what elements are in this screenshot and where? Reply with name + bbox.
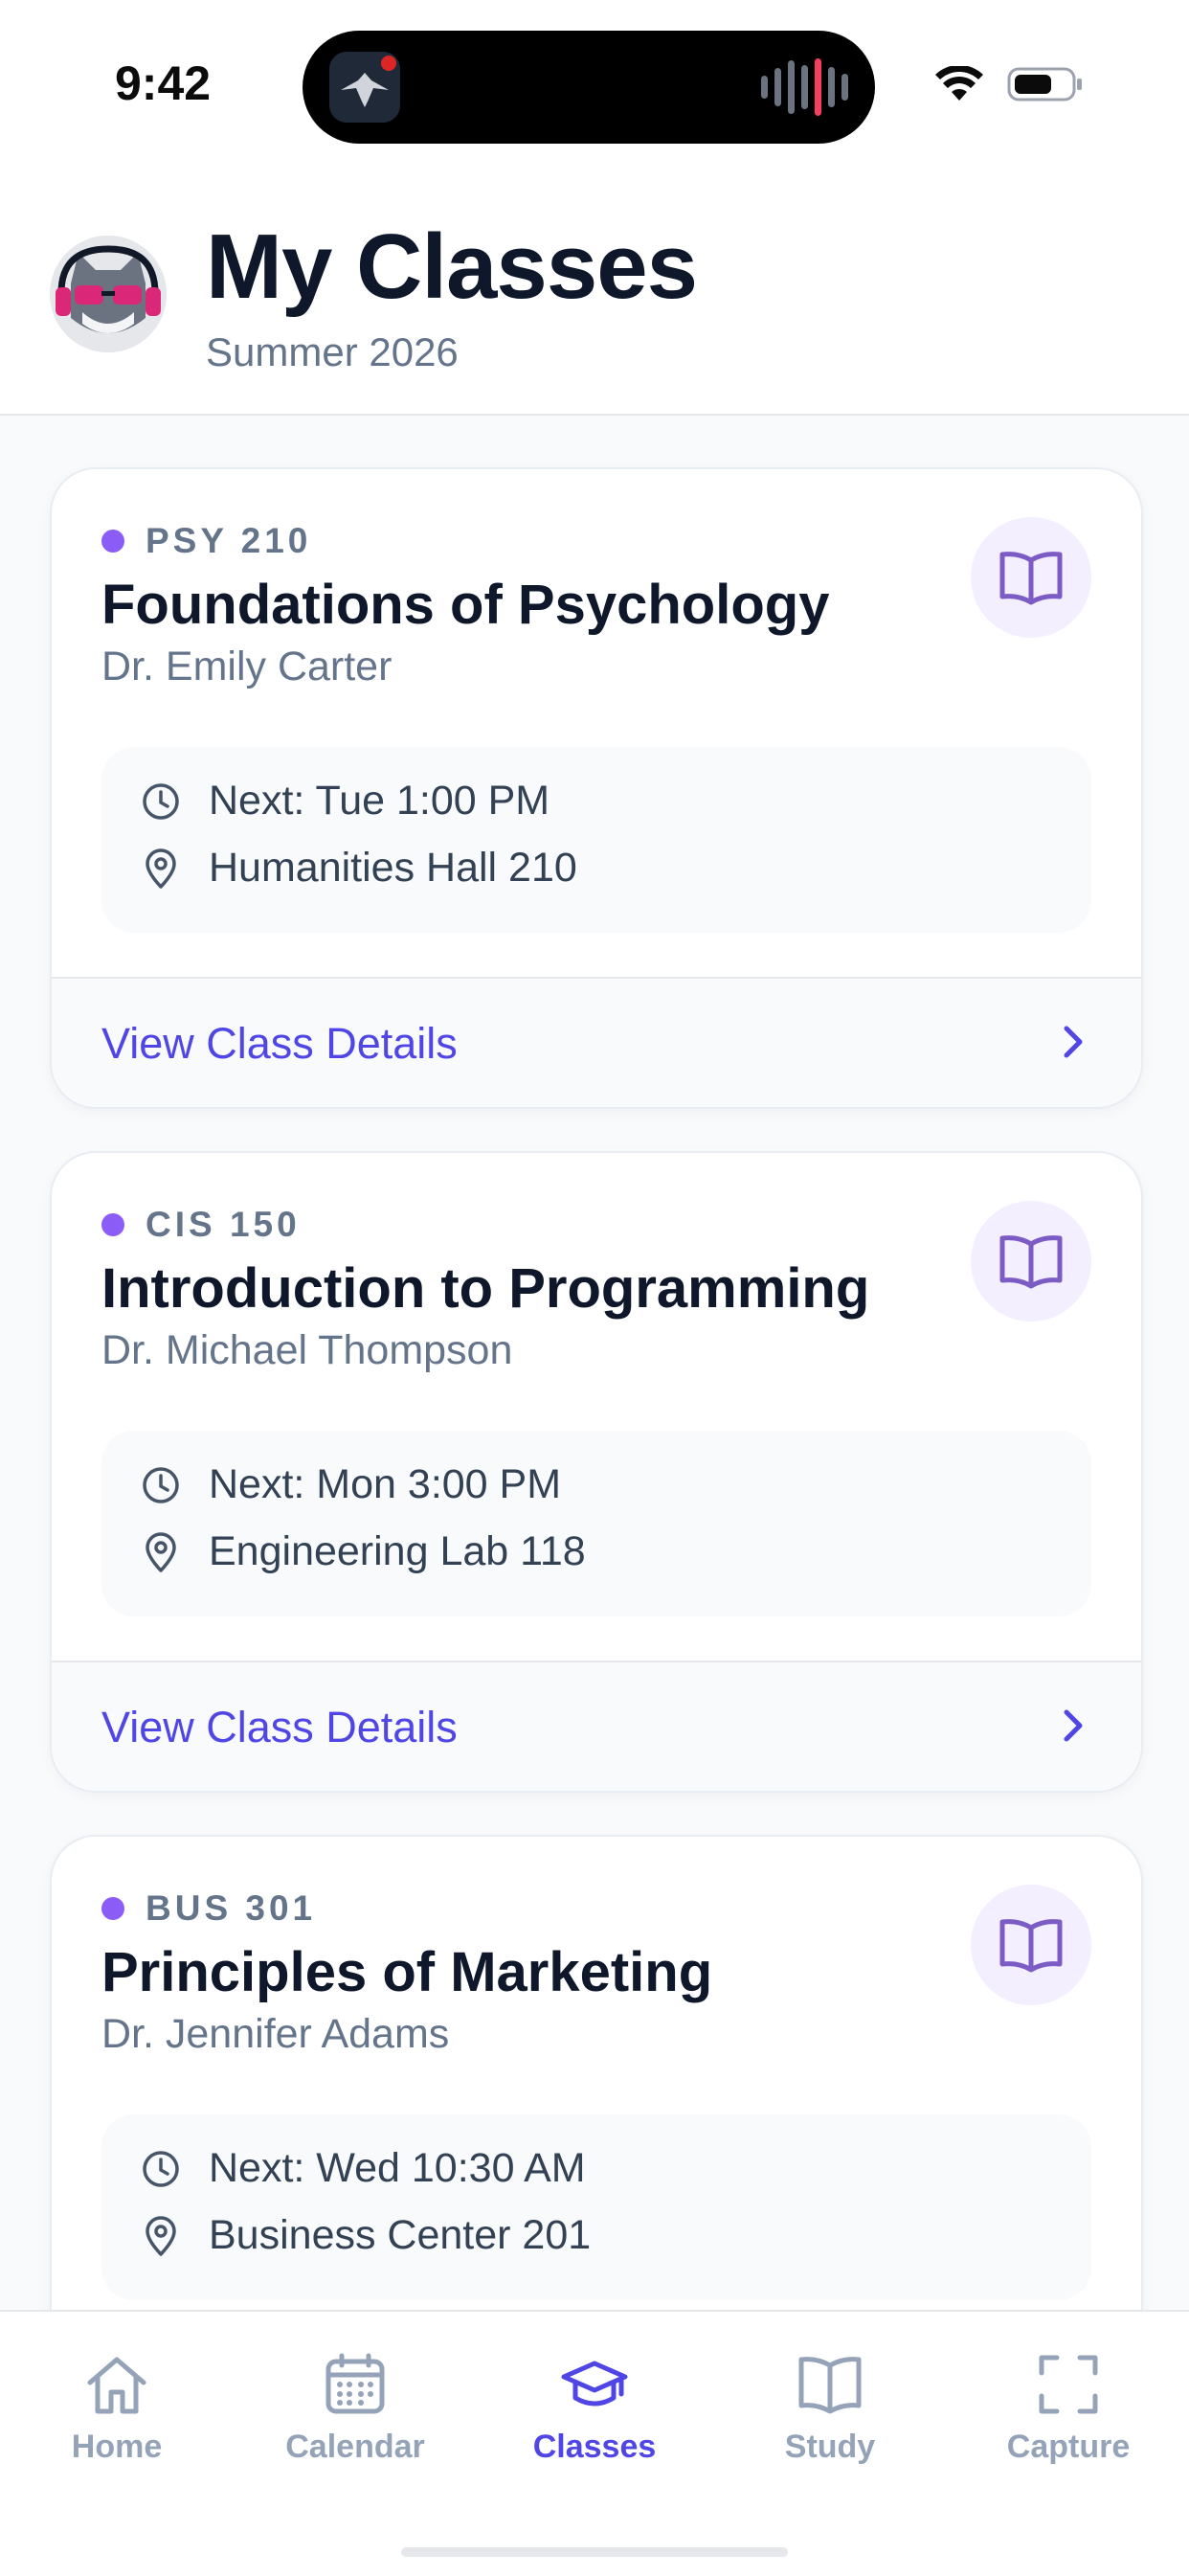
course-instructor: Dr. Jennifer Adams (101, 2011, 450, 2057)
course-book-button[interactable] (971, 1885, 1091, 2005)
course-code: BUS 301 (146, 1888, 317, 1928)
book-icon (798, 2357, 862, 2414)
location-text: Engineering Lab 118 (209, 1528, 586, 1574)
course-title: Principles of Marketing (101, 1941, 713, 2003)
graduation-cap-icon (561, 2361, 628, 2407)
tab-home[interactable]: Home (21, 2350, 213, 2466)
course-color-dot (101, 1897, 124, 1920)
status-indicators (934, 65, 1084, 103)
home-icon (87, 2357, 146, 2414)
class-card[interactable]: PSY 210 Foundations of Psychology Dr. Em… (50, 467, 1143, 1109)
tab-calendar[interactable]: Calendar (259, 2350, 451, 2466)
status-bar: 9:42 (0, 0, 1189, 172)
status-time: 9:42 (115, 56, 212, 110)
class-schedule-box: Next: Wed 10:30 AM Business Center 201 (101, 2114, 1091, 2300)
clock-icon (143, 1466, 179, 1503)
clock-icon (143, 2150, 179, 2187)
course-book-button[interactable] (971, 1201, 1091, 1322)
class-schedule-box: Next: Tue 1:00 PM Humanities Hall 210 (101, 747, 1091, 933)
tab-capture[interactable]: Capture (973, 2350, 1164, 2466)
home-indicator[interactable] (401, 2547, 788, 2557)
chevron-right-icon (1064, 1026, 1083, 1058)
capture-frame-icon (1039, 2355, 1098, 2414)
next-session-text: Next: Tue 1:00 PM (209, 778, 550, 824)
course-instructor: Dr. Emily Carter (101, 644, 393, 689)
bottom-tab-bar: Home Calendar Classes Study Capture (0, 2310, 1189, 2576)
location-text: Humanities Hall 210 (209, 845, 577, 891)
class-schedule-box: Next: Mon 3:00 PM Engineering Lab 118 (101, 1431, 1091, 1616)
course-code: PSY 210 (146, 521, 312, 560)
course-title: Introduction to Programming (101, 1257, 870, 1320)
view-class-details-link[interactable]: View Class Details (101, 1019, 458, 1069)
course-instructor: Dr. Michael Thompson (101, 1327, 513, 1373)
course-book-button[interactable] (971, 517, 1091, 638)
view-details-row[interactable]: View Class Details (52, 1662, 1141, 1791)
location-text: Business Center 201 (209, 2212, 592, 2258)
page-header: My Classes Summer 2026 (0, 172, 1189, 416)
location-pin-icon (146, 847, 176, 889)
calendar-icon (325, 2353, 385, 2414)
tab-label: Capture (1006, 2429, 1131, 2465)
tab-classes[interactable]: Classes (499, 2350, 690, 2466)
tab-label: Calendar (285, 2429, 425, 2465)
book-open-icon (999, 1919, 1063, 1973)
page-title: My Classes (206, 215, 698, 318)
wifi-icon (935, 66, 983, 101)
course-code: CIS 150 (146, 1205, 301, 1244)
location-pin-icon (146, 1531, 176, 1572)
page-subtitle: Summer 2026 (206, 329, 459, 374)
island-app-icon (329, 52, 400, 123)
clock-icon (143, 782, 179, 820)
next-session-text: Next: Mon 3:00 PM (209, 1461, 562, 1507)
course-title: Foundations of Psychology (101, 574, 830, 636)
course-color-dot (101, 530, 124, 553)
avatar[interactable] (50, 236, 167, 352)
tab-label: Study (784, 2429, 876, 2465)
tab-label: Home (71, 2429, 163, 2465)
view-class-details-link[interactable]: View Class Details (101, 1703, 458, 1752)
tab-label: Classes (532, 2429, 657, 2465)
view-details-row[interactable]: View Class Details (52, 979, 1141, 1107)
dynamic-island[interactable] (303, 31, 875, 144)
tab-study[interactable]: Study (734, 2350, 926, 2466)
course-color-dot (101, 1213, 124, 1236)
battery-icon (1007, 67, 1082, 102)
audio-waveform-icon (761, 57, 848, 117)
book-open-icon (999, 552, 1063, 605)
class-card[interactable]: CIS 150 Introduction to Programming Dr. … (50, 1151, 1143, 1793)
chevron-right-icon (1064, 1709, 1083, 1742)
next-session-text: Next: Wed 10:30 AM (209, 2145, 586, 2191)
location-pin-icon (146, 2215, 176, 2256)
book-open-icon (999, 1235, 1063, 1289)
